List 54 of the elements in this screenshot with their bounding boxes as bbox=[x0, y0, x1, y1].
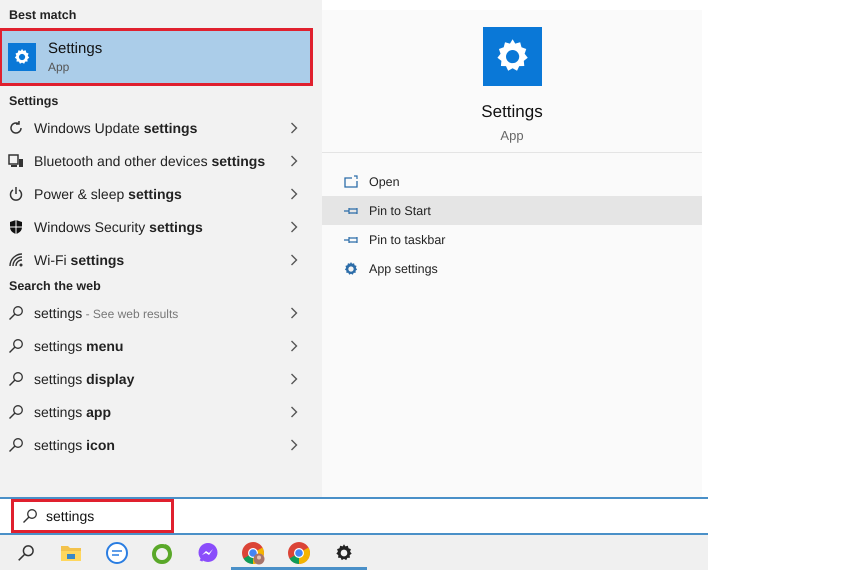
chevron-right-icon bbox=[290, 340, 298, 352]
search-icon bbox=[8, 370, 24, 386]
settings-icon bbox=[334, 542, 354, 562]
action-item[interactable]: App settings bbox=[322, 254, 702, 283]
chevron-right-icon bbox=[290, 220, 298, 232]
action-item[interactable]: Pin to Start bbox=[322, 196, 702, 225]
search-icon bbox=[8, 404, 24, 420]
chevron-right-icon bbox=[290, 122, 298, 134]
section-heading: Best match bbox=[8, 7, 78, 24]
settings-icon bbox=[343, 260, 359, 276]
action-item[interactable]: Pin to taskbar bbox=[322, 225, 702, 254]
chevron-right-icon bbox=[290, 438, 298, 450]
settings-result[interactable]: Wi-Fi settings bbox=[34, 252, 280, 268]
chevron-right-icon bbox=[290, 306, 298, 318]
web-search-result[interactable]: settings app bbox=[34, 404, 280, 420]
settings-result[interactable]: Windows Security settings bbox=[34, 218, 280, 234]
shield-icon bbox=[8, 218, 24, 234]
browser-profile-icon bbox=[241, 540, 266, 564]
web-search-result[interactable]: settings menu bbox=[34, 338, 280, 354]
section-heading: Search the web bbox=[8, 278, 102, 295]
search-icon bbox=[16, 544, 35, 562]
chat-bubble-icon bbox=[106, 542, 128, 564]
app-title: Settings bbox=[481, 102, 543, 122]
section-heading: Settings bbox=[8, 93, 60, 110]
messenger-icon bbox=[196, 542, 219, 564]
web-search-result[interactable]: settings display bbox=[34, 370, 280, 386]
search-field[interactable]: settings bbox=[46, 508, 156, 524]
refresh-icon bbox=[8, 120, 24, 136]
browser-icon bbox=[286, 540, 311, 564]
action-item[interactable]: Open bbox=[322, 167, 702, 196]
chevron-right-icon bbox=[290, 254, 298, 266]
devices-icon bbox=[8, 152, 24, 168]
search-icon bbox=[8, 304, 24, 320]
power-icon bbox=[8, 186, 24, 202]
search-icon bbox=[8, 436, 24, 452]
settings-result[interactable]: Bluetooth and other devices settings bbox=[34, 152, 280, 168]
web-search-result[interactable]: settings - See web results bbox=[34, 304, 280, 320]
settings-result[interactable]: Power & sleep settings bbox=[34, 186, 280, 202]
app-type: App bbox=[500, 128, 524, 143]
web-search-result[interactable]: settings icon bbox=[34, 436, 280, 452]
settings-app-icon bbox=[8, 43, 36, 71]
result-title: Settings bbox=[48, 40, 102, 57]
settings-app-icon bbox=[482, 27, 542, 86]
chevron-right-icon bbox=[290, 372, 298, 384]
chevron-right-icon bbox=[290, 188, 298, 200]
window-icon bbox=[343, 174, 359, 190]
settings-result[interactable]: Windows Update settings bbox=[34, 120, 280, 136]
search-icon bbox=[8, 338, 24, 354]
chevron-right-icon bbox=[290, 406, 298, 418]
chevron-right-icon bbox=[290, 154, 298, 166]
best-match-result[interactable]: Settings App bbox=[0, 29, 312, 85]
result-type: App bbox=[48, 60, 70, 74]
search-icon bbox=[22, 508, 38, 524]
wifi-icon bbox=[8, 252, 24, 268]
